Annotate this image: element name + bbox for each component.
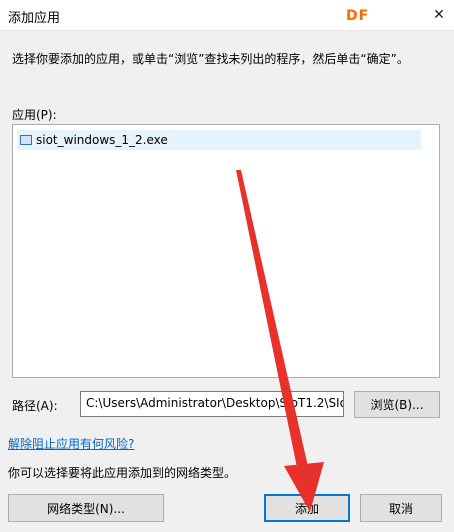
close-button[interactable]: ✕ [424, 0, 454, 30]
apps-listbox[interactable]: siot_windows_1_2.exe [12, 124, 440, 378]
instruction-text: 选择你要添加的应用，或单击“浏览”查找未列出的程序，然后单击“确定”。 [12, 52, 409, 66]
browse-button[interactable]: 浏览(B)... [354, 391, 440, 418]
window-title: 添加应用 [8, 11, 61, 26]
path-input[interactable]: C:\Users\Administrator\Desktop\SIoT1.2\S… [80, 391, 344, 417]
path-label: 路径(A): [12, 399, 58, 413]
list-item-label: siot_windows_1_2.exe [36, 133, 168, 147]
risk-info-link[interactable]: 解除阻止应用有何风险? [8, 435, 134, 452]
close-icon: ✕ [433, 7, 445, 23]
apps-label: 应用(P): [12, 108, 57, 122]
df-logo: DF [346, 8, 370, 24]
add-button[interactable]: 添加 [264, 494, 350, 522]
cancel-button[interactable]: 取消 [360, 494, 442, 522]
network-types-button[interactable]: 网络类型(N)... [8, 494, 164, 522]
network-description: 你可以选择要将此应用添加到的网络类型。 [8, 466, 237, 480]
list-item[interactable]: siot_windows_1_2.exe [17, 130, 421, 150]
title-bar: 添加应用 DF ✕ [0, 0, 454, 31]
exe-file-icon [20, 135, 32, 145]
